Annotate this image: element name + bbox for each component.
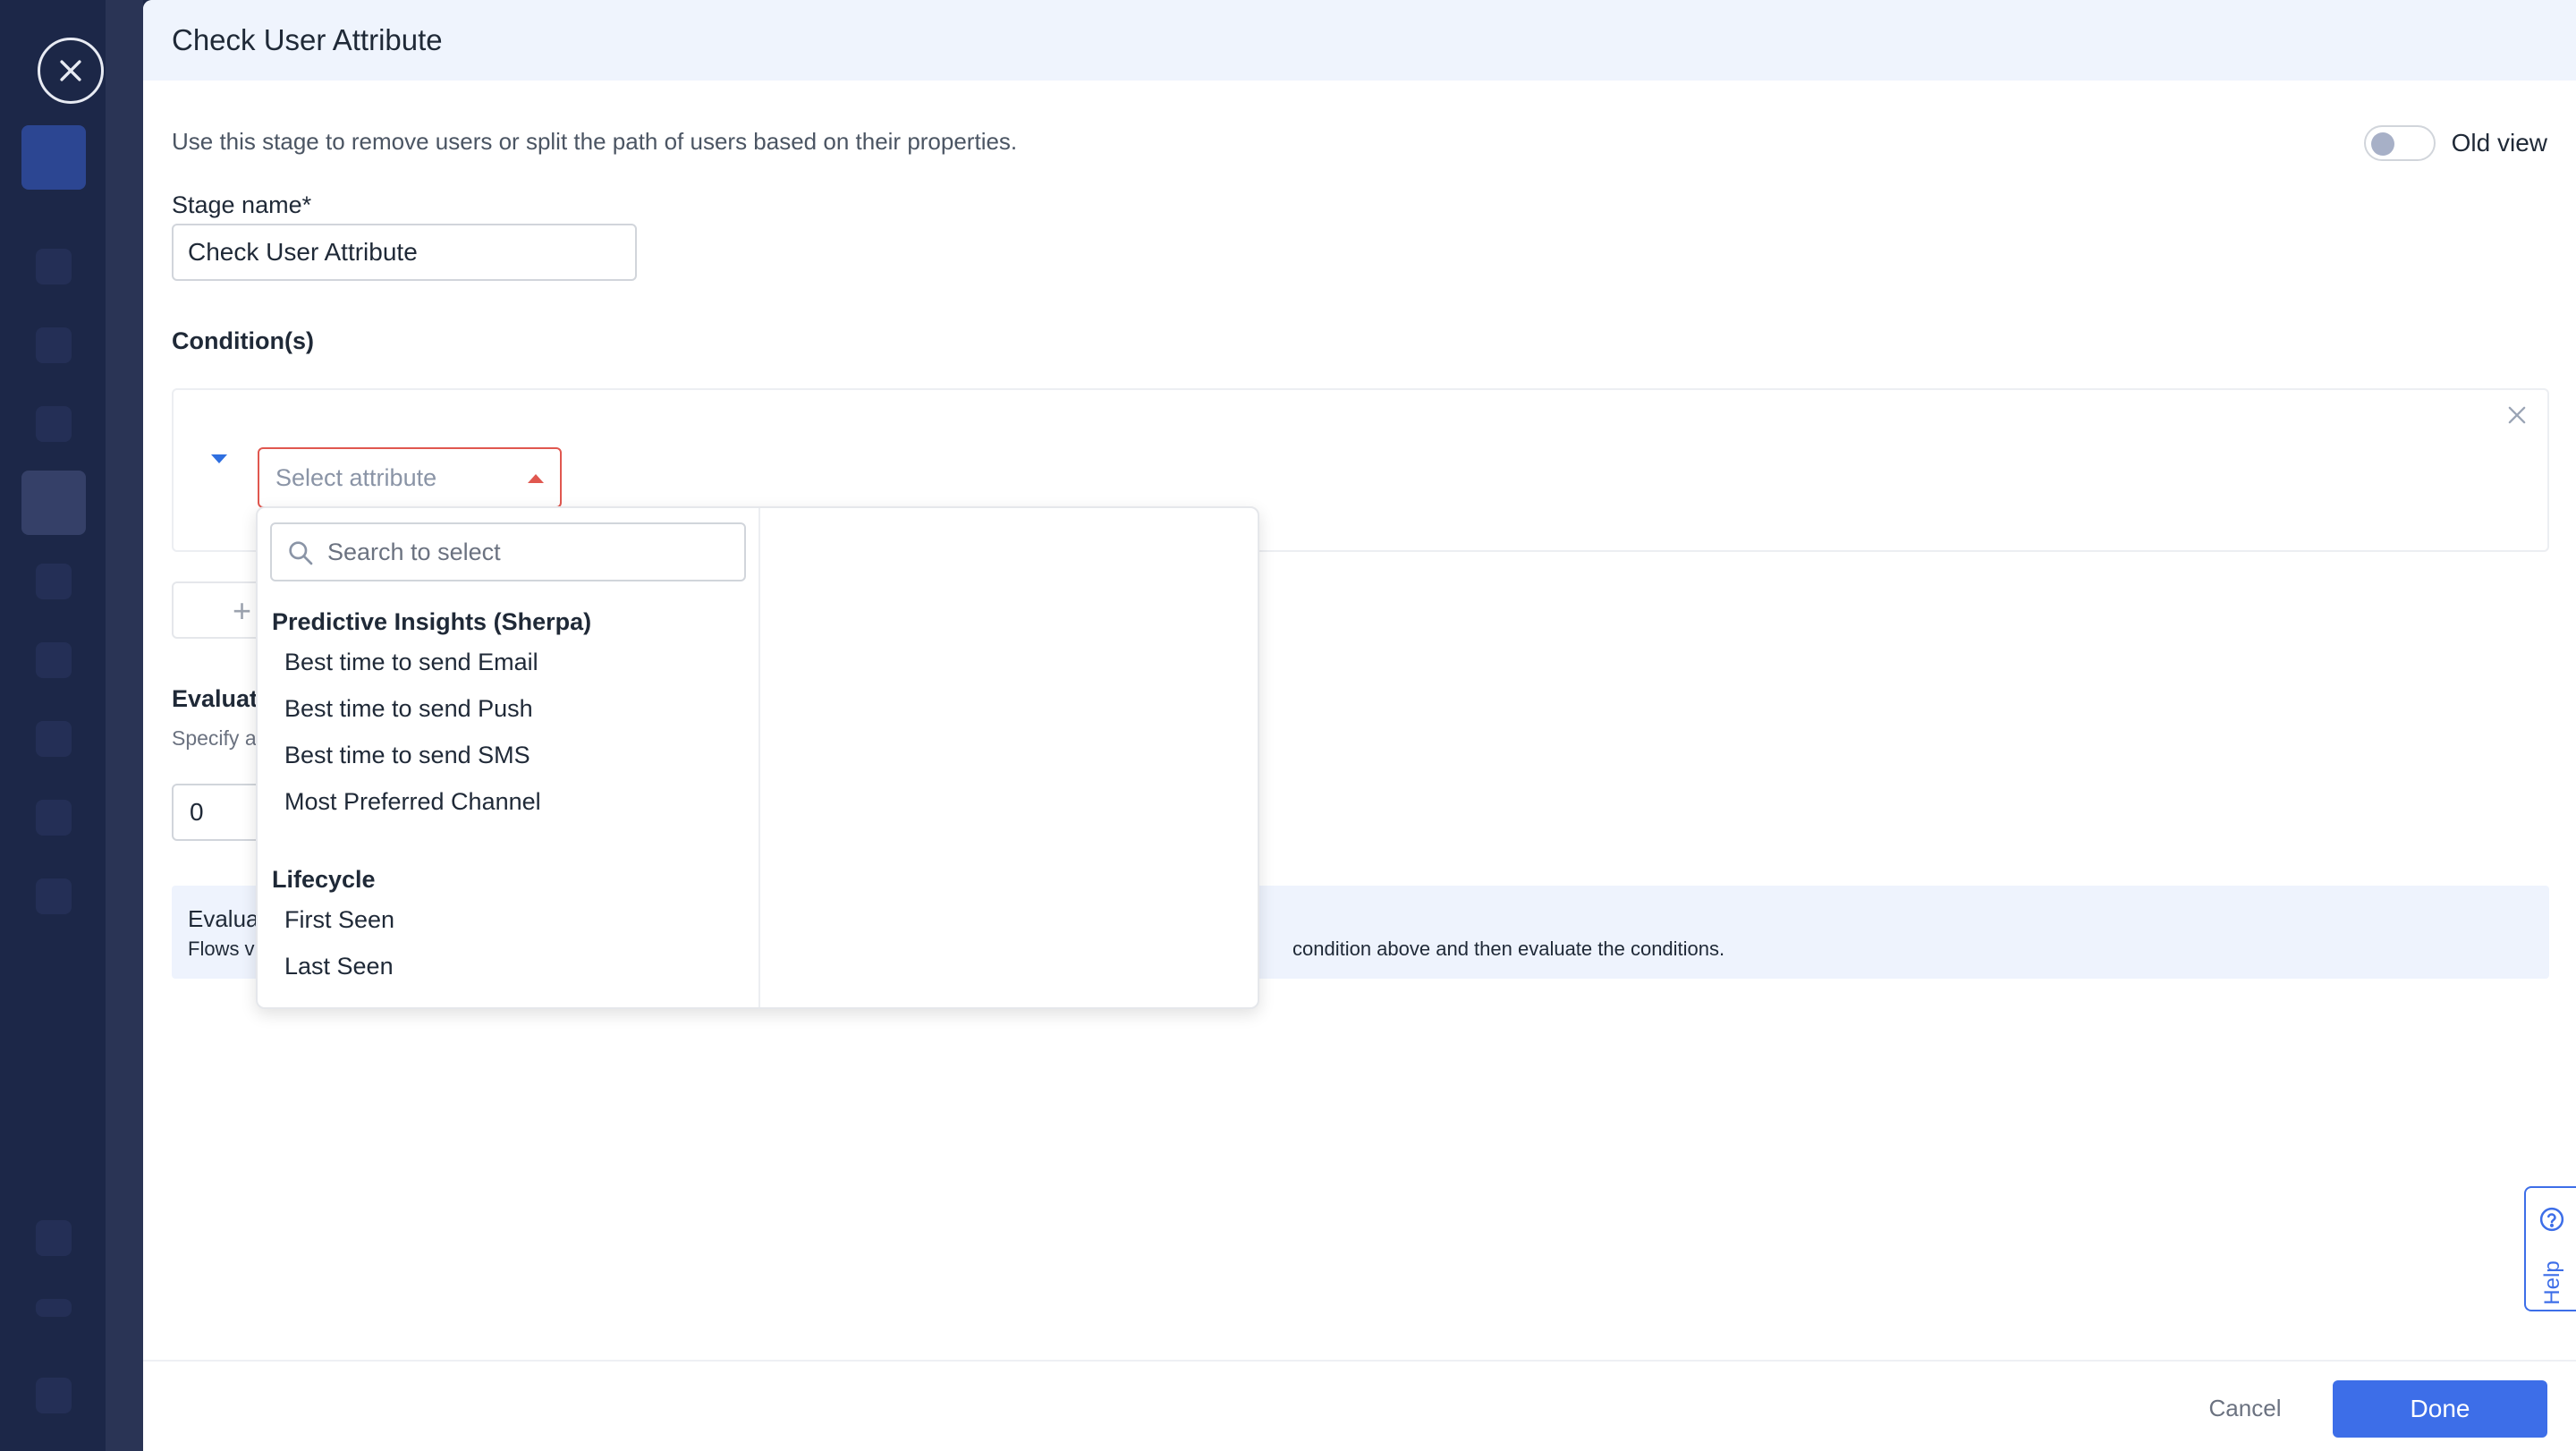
group-heading-lifecycle: Lifecycle xyxy=(272,866,376,893)
done-button[interactable]: Done xyxy=(2333,1380,2547,1438)
evaluate-title: Evaluat xyxy=(172,685,258,712)
old-view-toggle-group: Old view xyxy=(2363,125,2547,161)
help-icon xyxy=(2539,1207,2564,1232)
nav-item-5[interactable] xyxy=(36,564,72,599)
modal-header: Check User Attribute xyxy=(143,0,2576,81)
option-most-preferred-channel[interactable]: Most Preferred Channel xyxy=(272,778,746,825)
app-sidebar xyxy=(0,0,106,1451)
dropdown-search-box xyxy=(270,522,746,581)
info-text: Flows v xyxy=(188,938,255,960)
modal-title: Check User Attribute xyxy=(172,23,443,56)
nav-item-8[interactable] xyxy=(36,800,72,836)
dropdown-search-input[interactable] xyxy=(327,531,739,573)
old-view-label: Old view xyxy=(2451,129,2547,157)
close-icon[interactable] xyxy=(2504,403,2529,428)
nav-item-10[interactable] xyxy=(36,1220,72,1256)
stage-description: Use this stage to remove users or split … xyxy=(172,128,1018,155)
dropdown-divider xyxy=(758,508,760,1007)
stage-modal: Check User Attribute Use this stage to r… xyxy=(143,0,2576,1451)
option-first-seen[interactable]: First Seen xyxy=(272,896,746,943)
info-text-tail: condition above and then evaluate the co… xyxy=(1292,938,1725,960)
close-circle-icon xyxy=(60,60,81,81)
close-modal-button[interactable] xyxy=(38,38,104,104)
help-label: Help xyxy=(2540,1260,2564,1305)
nav-item-9[interactable] xyxy=(36,878,72,914)
help-tab[interactable]: Help xyxy=(2524,1186,2576,1311)
caret-down-icon[interactable] xyxy=(211,454,227,463)
nav-item-12[interactable] xyxy=(36,1378,72,1413)
conditions-label: Condition(s) xyxy=(172,327,314,354)
nav-item-home[interactable] xyxy=(21,125,86,190)
group-heading-predictive: Predictive Insights (Sherpa) xyxy=(272,608,592,635)
option-best-time-push[interactable]: Best time to send Push xyxy=(272,685,746,732)
select-attribute-dropdown[interactable]: Select attribute xyxy=(258,447,562,508)
nav-item-7[interactable] xyxy=(36,721,72,757)
nav-item-1[interactable] xyxy=(36,249,72,284)
option-best-time-sms[interactable]: Best time to send SMS xyxy=(272,732,746,778)
attribute-dropdown-menu: Predictive Insights (Sherpa) Best time t… xyxy=(256,506,1259,1009)
stage-name-label: Stage name* xyxy=(172,191,312,218)
sidebar-strip xyxy=(106,0,143,1451)
option-best-time-email[interactable]: Best time to send Email xyxy=(272,639,746,685)
nav-item-11[interactable] xyxy=(36,1299,72,1317)
cancel-button[interactable]: Cancel xyxy=(2191,1380,2299,1436)
nav-item-6[interactable] xyxy=(36,642,72,678)
evaluate-subtitle: Specify a xyxy=(172,726,257,750)
plus-icon: + xyxy=(233,592,252,629)
info-title: Evalua xyxy=(188,905,259,932)
stage-name-input[interactable] xyxy=(172,224,637,281)
footer-divider xyxy=(143,1360,2576,1362)
nav-item-2[interactable] xyxy=(36,327,72,363)
old-view-toggle[interactable] xyxy=(2363,125,2436,161)
search-icon xyxy=(289,541,313,565)
caret-up-icon xyxy=(528,474,544,483)
select-attribute-placeholder: Select attribute xyxy=(275,463,437,491)
option-last-seen[interactable]: Last Seen xyxy=(272,943,746,989)
nav-item-flows[interactable] xyxy=(21,471,86,535)
toggle-knob xyxy=(2370,132,2394,156)
nav-item-3[interactable] xyxy=(36,406,72,442)
